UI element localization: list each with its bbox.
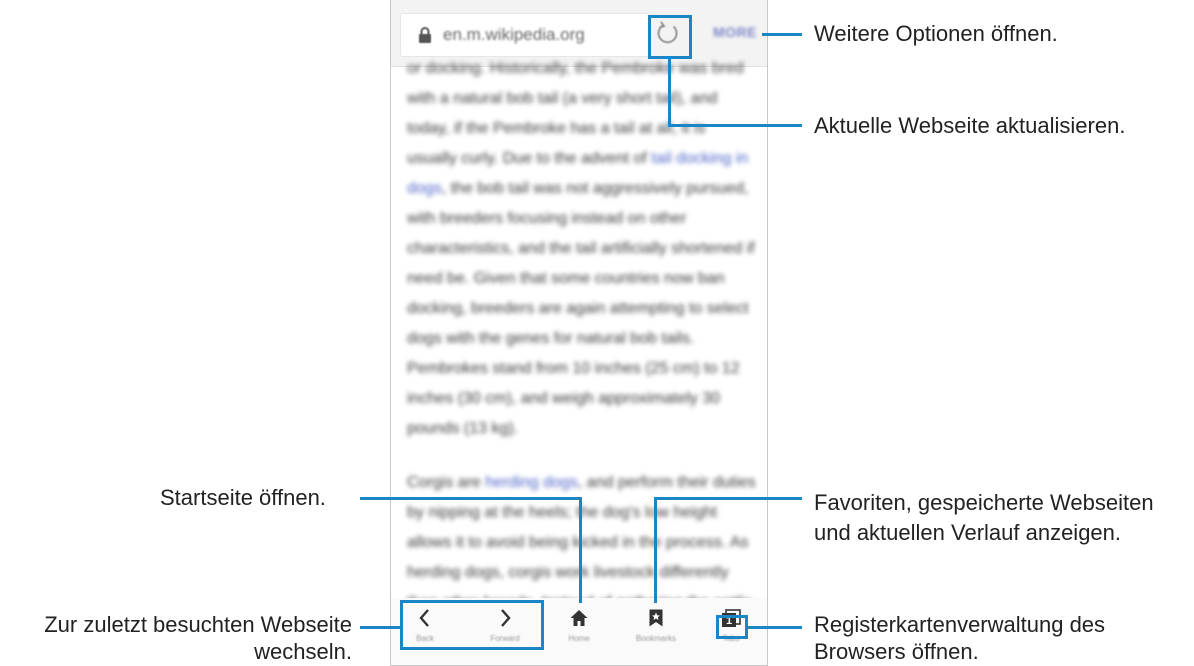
callout-line-home-vertical [579, 497, 582, 603]
callout-line-reload [668, 124, 802, 127]
tabs-highlight [716, 615, 748, 639]
callout-tabs-line2: Browsers öffnen. [814, 639, 979, 664]
callout-line-reload-vertical [668, 59, 671, 126]
callout-line-more [762, 33, 802, 36]
url-text: en.m.wikipedia.org [443, 25, 585, 44]
back-forward-highlight [400, 600, 544, 650]
home-icon [570, 610, 588, 626]
web-content: or docking. Historically, the Pembroke w… [407, 54, 757, 665]
callout-tabs-line1: Registerkartenverwaltung des [814, 612, 1106, 637]
callout-bookmarks-line2: und aktuellen Verlauf anzeigen. [814, 520, 1122, 545]
bookmarks-button[interactable]: Bookmarks [623, 608, 689, 643]
more-button[interactable]: MORE [713, 24, 757, 40]
callout-reload: Aktuelle Webseite aktualisieren. [814, 113, 1126, 138]
bookmark-icon [649, 609, 663, 627]
callout-line-bookmarks-vertical [654, 497, 657, 603]
callout-back-forward-line1: Zur zuletzt besuchten Webseite [44, 612, 352, 637]
callout-line-tabs [748, 626, 802, 629]
article-link[interactable]: herding dogs [485, 474, 578, 491]
callout-back-forward-line2: wechseln. [254, 639, 352, 664]
url-field[interactable]: en.m.wikipedia.org [401, 14, 649, 56]
callout-line-home [360, 497, 582, 500]
callout-bookmarks-line1: Favoriten, gespeicherte Webseiten [814, 490, 1154, 515]
lock-icon [419, 27, 431, 43]
callout-more: Weitere Optionen öffnen. [814, 21, 1058, 46]
home-button[interactable]: Home [559, 608, 599, 643]
reload-highlight [648, 15, 692, 59]
callout-home: Startseite öffnen. [160, 485, 326, 510]
callout-line-back-forward [360, 626, 400, 629]
callout-line-bookmarks [654, 497, 802, 500]
article-paragraph: or docking. Historically, the Pembroke w… [407, 60, 755, 437]
